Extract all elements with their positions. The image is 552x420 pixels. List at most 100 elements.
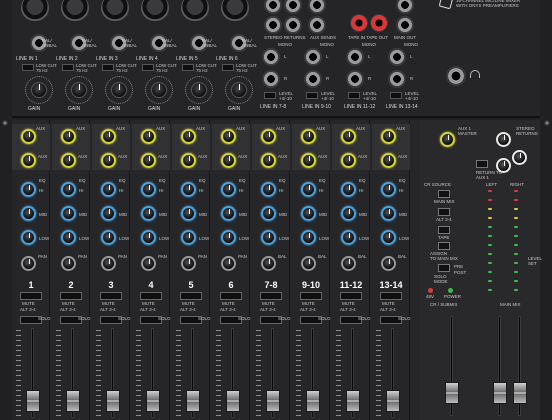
eq-hi-knob[interactable] — [101, 182, 116, 197]
mute-button[interactable] — [100, 292, 122, 300]
solo-mode-button[interactable] — [438, 264, 450, 272]
xlr-input-4[interactable] — [141, 0, 169, 22]
line-in-jack-10[interactable] — [304, 70, 322, 88]
aux1-knob[interactable] — [181, 129, 196, 144]
mute-button[interactable] — [180, 292, 202, 300]
gain-knob-3[interactable] — [111, 82, 127, 98]
line-in-jack-9[interactable] — [304, 48, 322, 66]
tape-in-jack-r[interactable] — [370, 14, 388, 32]
eq-mid-knob[interactable] — [141, 206, 156, 221]
eq-mid-knob[interactable] — [61, 206, 76, 221]
eq-mid-knob[interactable] — [341, 206, 356, 221]
line-in-jack-8[interactable] — [262, 70, 280, 88]
lowcut-switch-6[interactable] — [222, 64, 234, 71]
channel-fader[interactable] — [106, 390, 120, 412]
mute-button[interactable] — [220, 292, 242, 300]
eq-low-knob[interactable] — [101, 230, 116, 245]
eq-mid-knob[interactable] — [181, 206, 196, 221]
lowcut-switch-1[interactable] — [22, 64, 34, 71]
eq-mid-knob[interactable] — [101, 206, 116, 221]
xlr-input-1[interactable] — [21, 0, 49, 22]
gain-knob-5[interactable] — [191, 82, 207, 98]
pan-knob[interactable] — [301, 256, 316, 271]
main-mix-fader-r[interactable] — [513, 382, 527, 404]
eq-hi-knob[interactable] — [301, 182, 316, 197]
pan-knob[interactable] — [141, 256, 156, 271]
aux1-knob[interactable] — [101, 129, 116, 144]
eq-hi-knob[interactable] — [381, 182, 396, 197]
eq-mid-knob[interactable] — [261, 206, 276, 221]
channel-fader[interactable] — [66, 390, 80, 412]
xlr-input-3[interactable] — [101, 0, 129, 22]
aux2-knob[interactable] — [221, 153, 236, 168]
aux2-knob[interactable] — [141, 153, 156, 168]
aux2-knob[interactable] — [181, 153, 196, 168]
eq-hi-knob[interactable] — [21, 182, 36, 197]
aux1-knob[interactable] — [381, 129, 396, 144]
level-switch-7-8[interactable] — [264, 92, 276, 99]
aux2-knob[interactable] — [261, 153, 276, 168]
eq-mid-knob[interactable] — [221, 206, 236, 221]
main-out-jack-l[interactable] — [396, 0, 414, 14]
xlr-input-6[interactable] — [221, 0, 249, 22]
pan-knob[interactable] — [101, 256, 116, 271]
eq-hi-knob[interactable] — [341, 182, 356, 197]
channel-fader[interactable] — [386, 390, 400, 412]
aux2-knob[interactable] — [381, 153, 396, 168]
lowcut-switch-4[interactable] — [142, 64, 154, 71]
cr-submix-fader[interactable] — [445, 382, 459, 404]
stereo-return-jack-l1[interactable] — [264, 0, 282, 14]
aux2-knob[interactable] — [341, 153, 356, 168]
aux1-knob[interactable] — [61, 129, 76, 144]
channel-fader[interactable] — [146, 390, 160, 412]
channel-fader[interactable] — [186, 390, 200, 412]
eq-hi-knob[interactable] — [61, 182, 76, 197]
aux1-knob[interactable] — [141, 129, 156, 144]
aux1-master-knob[interactable] — [440, 132, 455, 147]
eq-low-knob[interactable] — [61, 230, 76, 245]
line-in-jack-11[interactable] — [346, 48, 364, 66]
eq-mid-knob[interactable] — [381, 206, 396, 221]
aux1-knob[interactable] — [261, 129, 276, 144]
line-in-jack-14[interactable] — [388, 70, 406, 88]
aux1-knob[interactable] — [301, 129, 316, 144]
gain-knob-4[interactable] — [151, 82, 167, 98]
aux2-knob[interactable] — [301, 153, 316, 168]
eq-hi-knob[interactable] — [141, 182, 156, 197]
return-level-knob[interactable] — [496, 158, 511, 173]
mute-button[interactable] — [340, 292, 362, 300]
eq-low-knob[interactable] — [21, 230, 36, 245]
eq-hi-knob[interactable] — [181, 182, 196, 197]
lowcut-switch-2[interactable] — [62, 64, 74, 71]
xlr-input-5[interactable] — [181, 0, 209, 22]
tape-assign-button[interactable] — [438, 242, 450, 250]
cr-main-mix-button[interactable] — [438, 190, 450, 198]
eq-low-knob[interactable] — [341, 230, 356, 245]
eq-low-knob[interactable] — [181, 230, 196, 245]
eq-hi-knob[interactable] — [261, 182, 276, 197]
channel-fader[interactable] — [306, 390, 320, 412]
eq-mid-knob[interactable] — [21, 206, 36, 221]
return-to-aux1-button[interactable] — [476, 160, 488, 168]
cr-tape-button[interactable] — [438, 226, 450, 234]
eq-low-knob[interactable] — [141, 230, 156, 245]
eq-low-knob[interactable] — [301, 230, 316, 245]
pan-knob[interactable] — [61, 256, 76, 271]
pan-knob[interactable] — [221, 256, 236, 271]
gain-knob-6[interactable] — [231, 82, 247, 98]
aux2-knob[interactable] — [61, 153, 76, 168]
tape-in-jack-l[interactable] — [350, 14, 368, 32]
mute-button[interactable] — [300, 292, 322, 300]
eq-low-knob[interactable] — [221, 230, 236, 245]
eq-hi-knob[interactable] — [221, 182, 236, 197]
pan-knob[interactable] — [261, 256, 276, 271]
stereo-returns-aux-knob[interactable] — [512, 150, 527, 165]
stereo-return-jack-l2[interactable] — [264, 16, 282, 34]
pan-knob[interactable] — [181, 256, 196, 271]
eq-low-knob[interactable] — [381, 230, 396, 245]
aux1-knob[interactable] — [21, 129, 36, 144]
stereo-return-jack-r1[interactable] — [284, 0, 302, 14]
mute-button[interactable] — [60, 292, 82, 300]
level-switch-9-10[interactable] — [306, 92, 318, 99]
mute-button[interactable] — [380, 292, 402, 300]
